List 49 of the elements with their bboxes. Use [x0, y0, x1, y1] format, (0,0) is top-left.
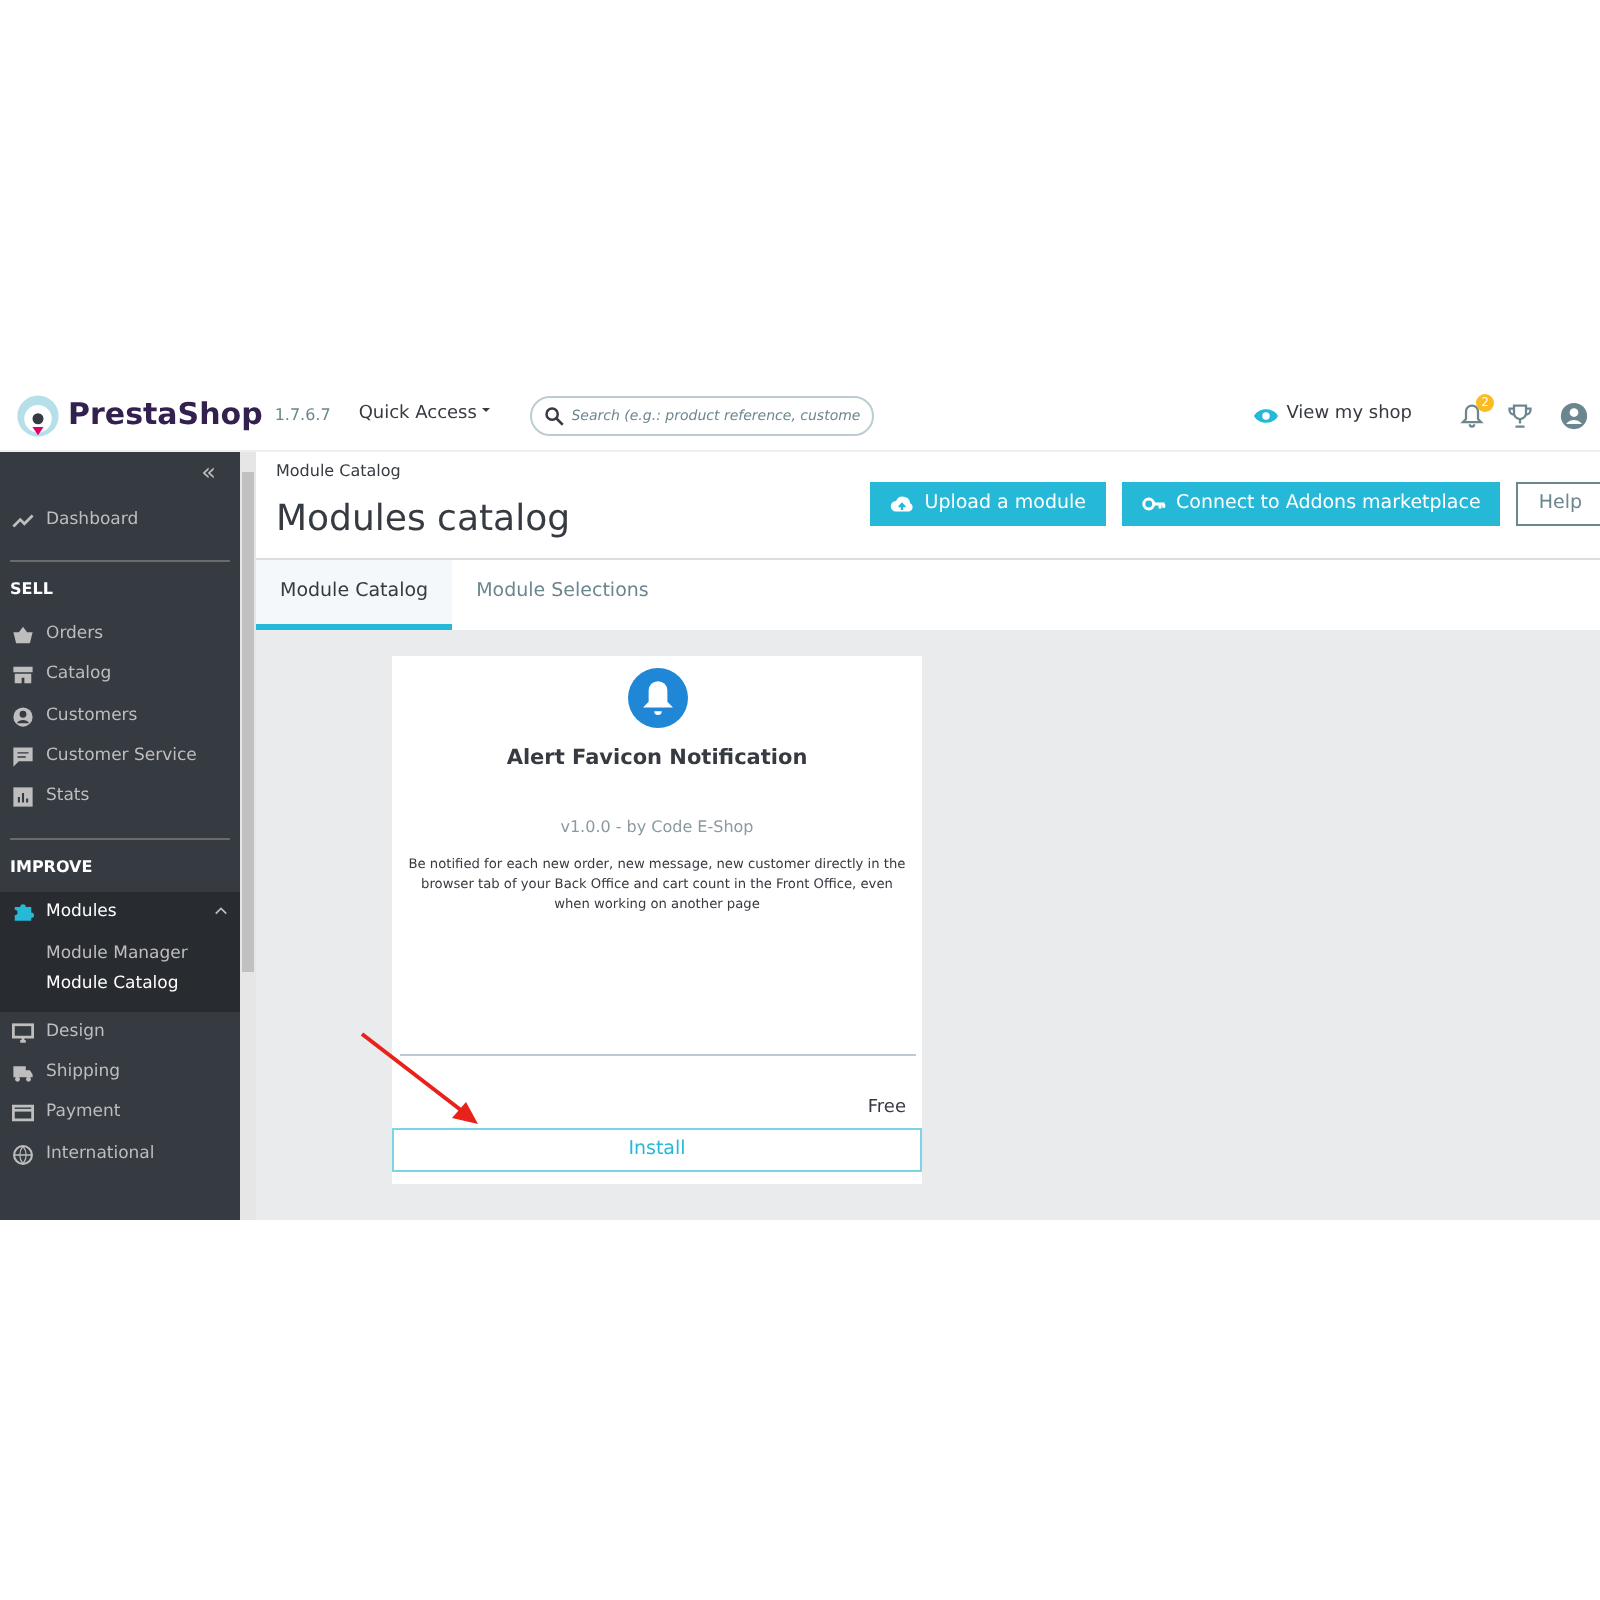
module-price: Free: [867, 1095, 908, 1121]
breadcrumb-text[interactable]: Module Catalog: [276, 460, 571, 484]
version-text: 1.7.6.7: [274, 403, 331, 427]
globe-icon: [12, 1143, 34, 1166]
tab[interactable]: Module Catalog: [256, 560, 453, 630]
eye-icon: [1254, 403, 1279, 427]
sidebar-item[interactable]: Dashboard: [0, 500, 240, 541]
bar-chart-icon: [12, 786, 34, 809]
sidebar-item[interactable]: Design: [0, 1012, 240, 1053]
trophy-icon: [1508, 403, 1532, 427]
logo-text: PrestaShop: [68, 394, 263, 437]
monitor-icon: [12, 1021, 34, 1044]
store-icon: [12, 664, 34, 687]
sidebar-item[interactable]: Modules: [0, 891, 240, 933]
credit-card-icon: [12, 1102, 34, 1125]
trend-line-icon: [12, 509, 34, 532]
key-icon: [1142, 492, 1166, 516]
sidebar-item[interactable]: Stats: [0, 776, 240, 818]
page-title: Modules catalog: [276, 496, 571, 544]
sidebar-item[interactable]: Customer Service: [0, 736, 240, 777]
section-heading: SELL: [10, 560, 230, 615]
view-shop-link[interactable]: View my shop: [1254, 401, 1412, 429]
submenu-item[interactable]: Module Manager: [46, 940, 240, 971]
sidebar-item[interactable]: Customers: [0, 695, 240, 737]
person-icon: [12, 705, 34, 728]
sidebar-item[interactable]: Shipping: [0, 1052, 240, 1094]
puzzle-icon: [12, 900, 34, 923]
logo-icon: [16, 393, 60, 437]
help-button[interactable]: Help: [1516, 482, 1600, 526]
cloud-upload-icon: [890, 492, 915, 516]
quick-access-menu[interactable]: Quick Access: [358, 401, 490, 429]
scrollbar[interactable]: [240, 452, 256, 1220]
basket-icon: [12, 623, 34, 646]
user-avatar-icon: [1560, 401, 1588, 429]
module-name: Alert Favicon Notification: [506, 744, 808, 774]
chevron-up-icon: [214, 904, 228, 919]
sidebar-item[interactable]: Orders: [0, 614, 240, 656]
submenu-item[interactable]: Module Catalog: [46, 970, 240, 1001]
bell-icon[interactable]: [1460, 403, 1484, 427]
sidebar-item[interactable]: International: [0, 1133, 240, 1175]
chat-icon: [12, 745, 34, 768]
sidebar-item[interactable]: Catalog: [0, 655, 240, 696]
sidebar-item[interactable]: Payment: [0, 1093, 240, 1134]
annotation-arrow: [360, 1032, 478, 1124]
bell-icon: [627, 668, 687, 728]
tab[interactable]: Module Selections: [452, 560, 673, 630]
truck-icon: [12, 1062, 34, 1085]
collapse-button[interactable]: «: [201, 460, 240, 484]
module-version: v1.0.0 - by Code E-Shop: [560, 815, 754, 840]
